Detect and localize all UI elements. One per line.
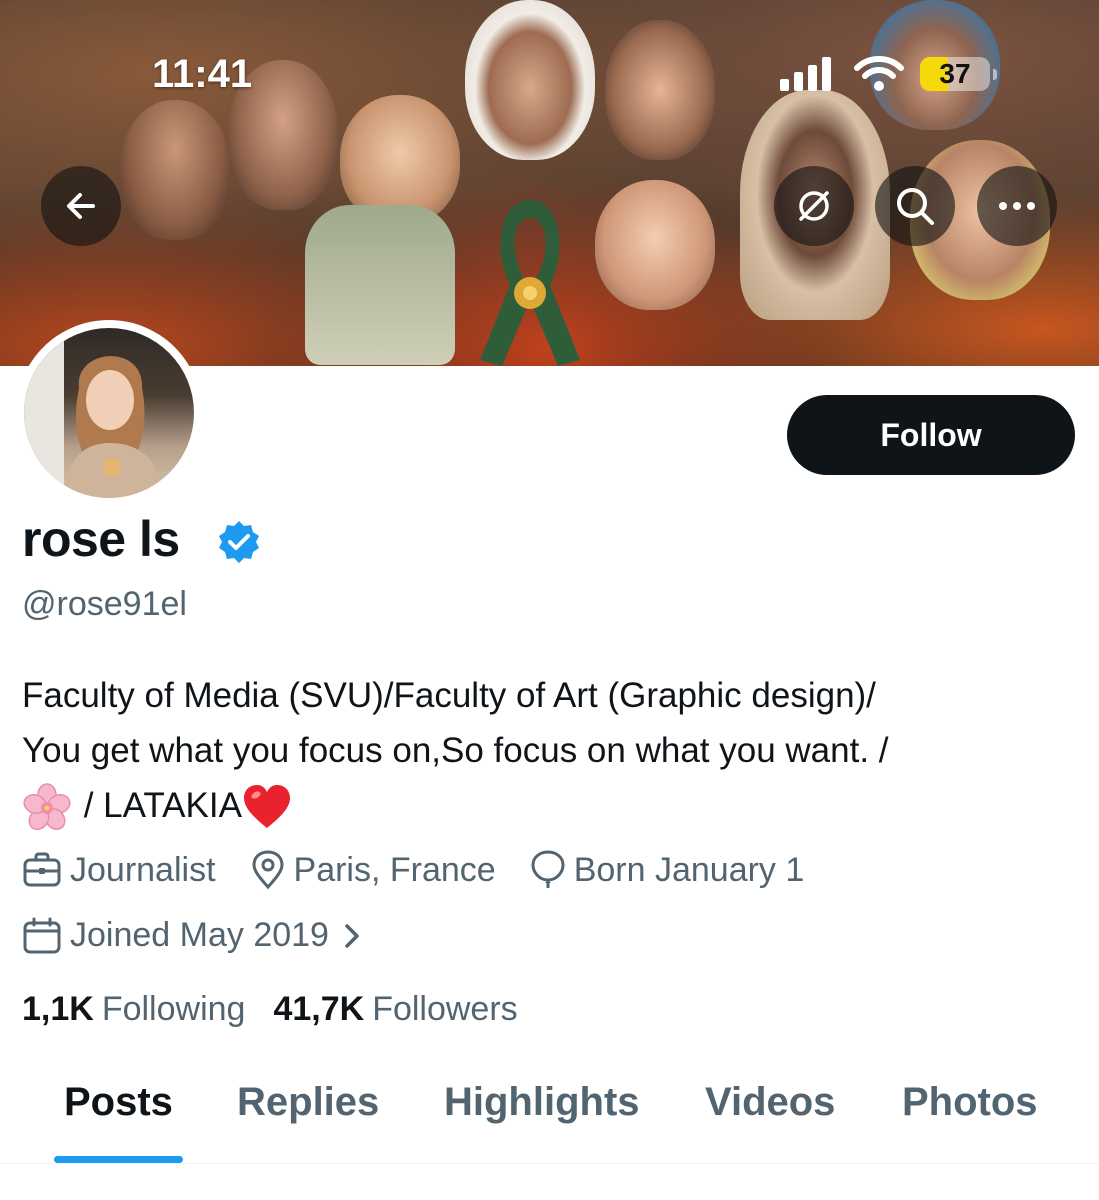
followers-label: Followers xyxy=(372,990,518,1028)
profile-handle: @rose91el xyxy=(22,585,187,623)
following-link[interactable]: 1,1K Following xyxy=(22,990,245,1029)
followers-count: 41,7K xyxy=(273,990,365,1028)
profile-meta-row: Journalist Paris, France Born January 1 xyxy=(22,850,838,890)
more-icon xyxy=(999,202,1035,210)
bio-line: / LATAKIA xyxy=(22,778,1072,833)
calendar-icon xyxy=(23,917,61,953)
banner-figure xyxy=(605,20,715,160)
meta-profession: Journalist xyxy=(22,851,216,890)
active-tab-indicator xyxy=(54,1156,183,1163)
tab-replies[interactable]: Replies xyxy=(237,1080,379,1125)
meta-profession-text: Journalist xyxy=(70,850,216,889)
status-time: 11:41 xyxy=(152,52,253,96)
briefcase-icon xyxy=(23,852,61,887)
following-count: 1,1K xyxy=(22,990,94,1028)
meta-joined[interactable]: Joined May 2019 xyxy=(22,916,373,955)
meta-location: Paris, France xyxy=(250,850,496,890)
location-pin-icon xyxy=(252,850,284,890)
avatar-portrait xyxy=(24,328,164,498)
bio-line: Faculty of Media (SVU)/Faculty of Art (G… xyxy=(22,676,876,715)
follow-counts: 1,1K Following 41,7K Followers xyxy=(22,990,546,1029)
search-icon xyxy=(897,188,934,225)
tab-posts[interactable]: Posts xyxy=(64,1080,173,1125)
follow-button[interactable]: Follow xyxy=(787,395,1075,475)
banner-figure xyxy=(595,180,715,310)
search-button[interactable] xyxy=(875,166,955,246)
back-button[interactable] xyxy=(41,166,121,246)
meta-birthday-text: Born January 1 xyxy=(573,850,805,889)
bio-line: You get what you focus on,So focus on wh… xyxy=(22,731,889,770)
tab-photos[interactable]: Photos xyxy=(902,1080,1038,1125)
verified-badge-icon[interactable] xyxy=(216,519,262,565)
profile-tabs: Posts Replies Highlights Videos Photos xyxy=(0,1080,1099,1166)
red-heart-icon xyxy=(243,784,290,828)
avatar-image xyxy=(24,328,194,498)
arrow-left-icon xyxy=(67,193,95,219)
profile-bio: Faculty of Media (SVU)/Faculty of Art (G… xyxy=(22,668,1072,833)
meta-birthday: Born January 1 xyxy=(530,850,805,890)
display-name: rose ls xyxy=(22,511,180,567)
followers-link[interactable]: 41,7K Followers xyxy=(273,990,517,1029)
banner-figure xyxy=(305,205,455,365)
more-button[interactable] xyxy=(977,166,1057,246)
balloon-icon xyxy=(531,850,565,888)
meta-joined-text: Joined May 2019 xyxy=(70,916,329,954)
battery-indicator: 37 xyxy=(920,57,997,91)
tabs-divider xyxy=(0,1163,1099,1164)
cellular-signal-icon xyxy=(780,57,831,91)
meta-location-text: Paris, France xyxy=(293,850,496,889)
grok-button[interactable] xyxy=(774,166,854,246)
status-indicators: 37 xyxy=(778,56,997,92)
profile-joined-row[interactable]: Joined May 2019 xyxy=(22,916,407,955)
bio-location-text: / LATAKIA xyxy=(74,786,242,825)
tab-videos[interactable]: Videos xyxy=(705,1080,835,1125)
avatar[interactable] xyxy=(16,320,202,506)
battery-tip xyxy=(993,69,997,80)
banner-figure xyxy=(120,100,230,240)
following-label: Following xyxy=(101,990,246,1028)
chevron-right-icon xyxy=(345,923,359,948)
wifi-icon xyxy=(854,56,904,91)
grok-icon xyxy=(799,191,829,221)
banner-figure xyxy=(465,0,595,160)
cherry-blossom-icon xyxy=(23,783,71,830)
profile-banner[interactable]: 11:41 37 xyxy=(0,0,1099,366)
ribbon-icon xyxy=(480,200,580,366)
battery-level: 37 xyxy=(939,58,971,89)
tab-highlights[interactable]: Highlights xyxy=(444,1080,640,1125)
